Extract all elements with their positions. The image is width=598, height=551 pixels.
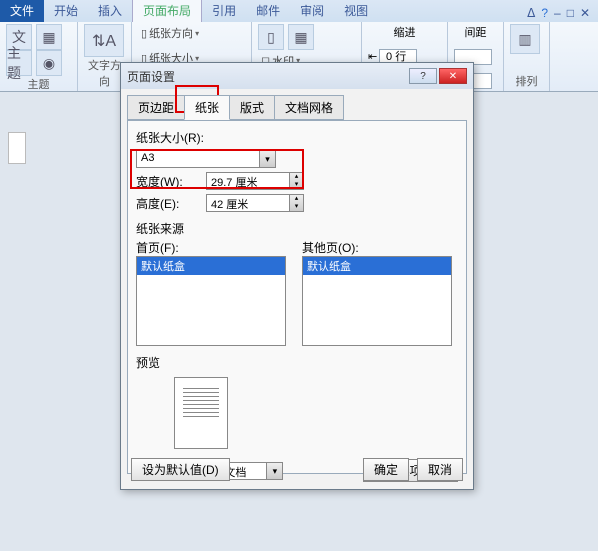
window-restore-icon[interactable]: □: [567, 6, 574, 20]
tab-home[interactable]: 开始: [44, 0, 88, 22]
first-page-label: 首页(F):: [136, 239, 286, 256]
tab-margins[interactable]: 页边距: [127, 95, 185, 120]
chevron-down-icon[interactable]: ▾: [259, 151, 275, 167]
grid-icon[interactable]: ▦: [288, 24, 314, 50]
list-item[interactable]: 默认纸盒: [137, 257, 285, 275]
first-page-listbox[interactable]: 默认纸盒: [136, 256, 286, 346]
chevron-down-icon[interactable]: ▾: [266, 463, 282, 479]
minimize-ribbon-icon[interactable]: ᐃ: [527, 6, 535, 20]
page-icon[interactable]: ▯: [258, 24, 284, 50]
preview-label: 预览: [136, 354, 458, 371]
dialog-title: 页面设置: [127, 68, 175, 85]
tab-page-layout[interactable]: 页面布局: [132, 0, 202, 22]
dialog-tabs: 页边距 纸张 版式 文档网格: [127, 95, 467, 120]
tab-review[interactable]: 审阅: [290, 0, 334, 22]
window-min-icon[interactable]: –: [554, 6, 561, 20]
ribbon-tab-strip: 文件 开始 插入 页面布局 引用 邮件 审阅 视图 ᐃ ? – □ ✕: [0, 0, 598, 22]
dialog-close-icon[interactable]: ✕: [439, 68, 467, 84]
arrange-label: 排列: [510, 73, 543, 89]
height-input[interactable]: 42 厘米 ▴▾: [206, 194, 304, 212]
tab-paper[interactable]: 纸张: [184, 95, 230, 120]
set-default-button[interactable]: 设为默认值(D): [131, 458, 230, 481]
dialog-titlebar: 页面设置 ? ✕: [121, 63, 473, 89]
page-setup-dialog: 页面设置 ? ✕ 页边距 纸张 版式 文档网格 纸张大小(R): A3 ▾ 宽度…: [120, 62, 474, 490]
tab-view[interactable]: 视图: [334, 0, 378, 22]
arrange-icon[interactable]: ▥: [510, 24, 540, 54]
dialog-pane: 纸张大小(R): A3 ▾ 宽度(W): 29.7 厘米 ▴▾ 高度(E): 4…: [127, 120, 467, 474]
preview-page: [174, 377, 228, 449]
colors-icon[interactable]: ▦: [36, 24, 62, 50]
text-direction-label: 文字方向: [84, 57, 125, 89]
width-input[interactable]: 29.7 厘米 ▴▾: [206, 172, 304, 190]
tab-file[interactable]: 文件: [0, 0, 44, 22]
fonts-icon[interactable]: ◉: [36, 50, 62, 76]
tab-doc-grid[interactable]: 文档网格: [274, 95, 344, 120]
tab-mailings[interactable]: 邮件: [246, 0, 290, 22]
paper-source-label: 纸张来源: [136, 220, 458, 237]
dialog-help-icon[interactable]: ?: [409, 68, 437, 84]
spin-up-icon[interactable]: ▴: [290, 195, 303, 203]
help-icon[interactable]: ?: [541, 6, 548, 20]
page-edge: [8, 132, 26, 164]
cancel-button[interactable]: 取消: [417, 458, 463, 481]
tab-references[interactable]: 引用: [202, 0, 246, 22]
ok-button[interactable]: 确定: [363, 458, 409, 481]
group-theme-label: 主题: [6, 76, 71, 92]
spin-down-icon[interactable]: ▾: [290, 203, 303, 211]
spin-down-icon[interactable]: ▾: [290, 181, 303, 189]
spacing-label: 间距: [454, 24, 497, 40]
height-label: 高度(E):: [136, 195, 200, 212]
indent-label: 缩进: [368, 24, 441, 40]
spin-up-icon[interactable]: ▴: [290, 173, 303, 181]
other-pages-listbox[interactable]: 默认纸盒: [302, 256, 452, 346]
width-label: 宽度(W):: [136, 173, 200, 190]
orientation-menu[interactable]: ▯纸张方向▾: [138, 24, 245, 42]
tab-insert[interactable]: 插入: [88, 0, 132, 22]
paper-size-combo[interactable]: A3 ▾: [136, 150, 276, 168]
other-pages-label: 其他页(O):: [302, 239, 452, 256]
window-help-icons: ᐃ ? – □ ✕: [519, 4, 598, 22]
theme-btn[interactable]: 主题: [6, 50, 32, 76]
text-direction-button[interactable]: ⇅A: [84, 24, 124, 57]
list-item[interactable]: 默认纸盒: [303, 257, 451, 275]
window-close-icon[interactable]: ✕: [580, 6, 590, 20]
paper-size-label: 纸张大小(R):: [136, 129, 458, 146]
tab-layout[interactable]: 版式: [229, 95, 275, 120]
